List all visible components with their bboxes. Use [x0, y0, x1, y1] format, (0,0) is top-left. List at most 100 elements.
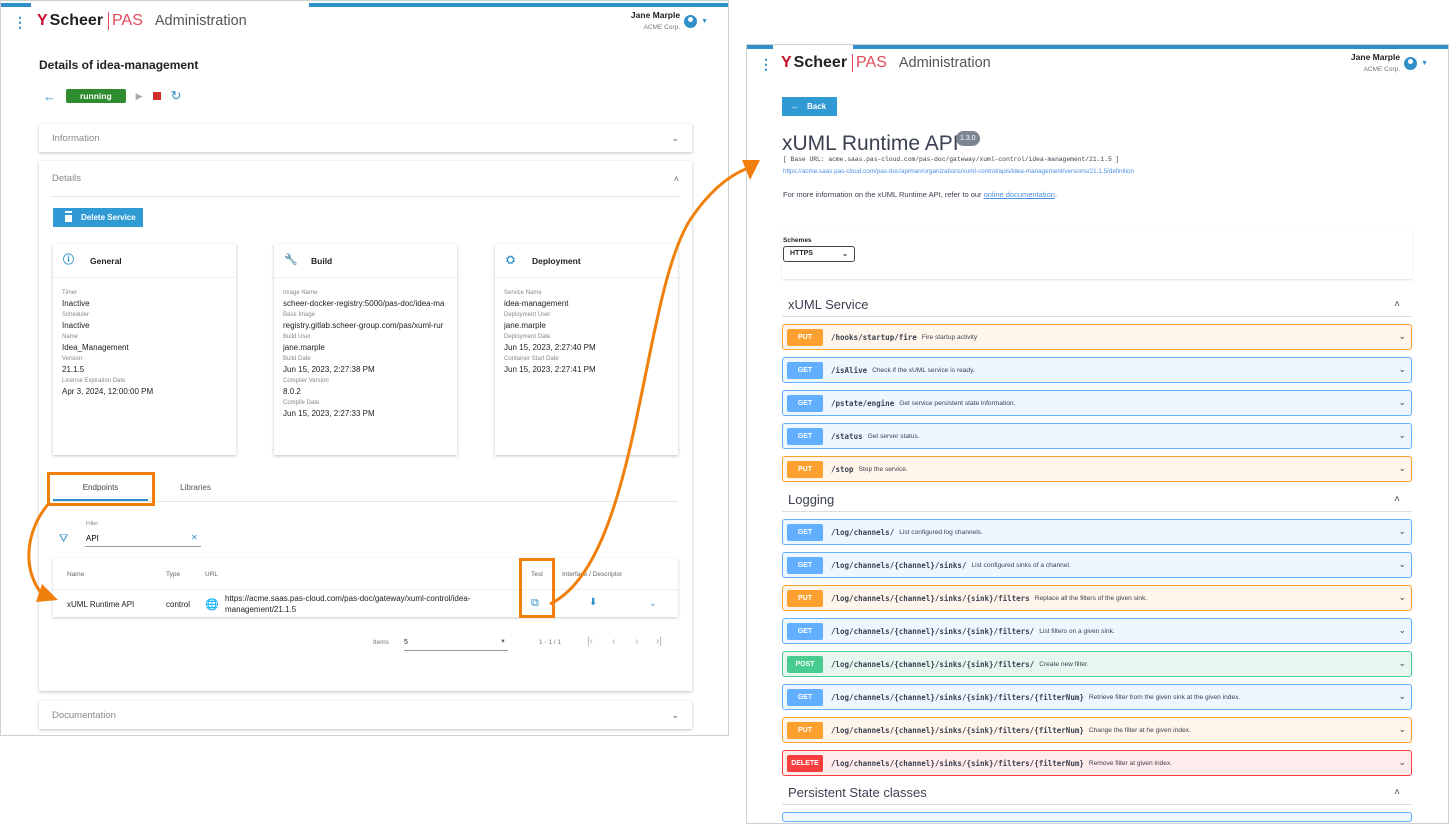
operation-row[interactable]: POST/log/channels/{channel}/sinks/{sink}… [782, 651, 1412, 677]
api-title: xUML Runtime API [782, 132, 959, 155]
method-badge: GET [787, 523, 823, 541]
group-header[interactable]: xUML Service ˄ [782, 293, 1412, 317]
operation-row[interactable] [782, 812, 1412, 822]
first-page-icon[interactable]: |‹ [587, 636, 593, 647]
last-page-icon[interactable]: ›| [656, 636, 662, 647]
schemes-section: Schemes HTTPS ⌄ [782, 229, 1412, 279]
operation-description: Get server status. [867, 432, 920, 440]
operation-row[interactable]: PUT/log/channels/{channel}/sinks/{sink}/… [782, 717, 1412, 743]
service-details-window: ⋮ Y Scheer PAS Administration Jane Marple AC… [0, 0, 729, 736]
endpoint-url[interactable]: https://acme.saas.pas-cloud.com/pas-doc/… [225, 593, 470, 615]
method-badge: POST [787, 655, 823, 673]
operation-row[interactable]: GET/log/channels/{channel}/sinks/{sink}/… [782, 618, 1412, 644]
user-menu[interactable]: Jane Marple ACME Corp. ▼ [631, 10, 708, 33]
operation-description: Create new filter. [1039, 660, 1089, 668]
wrench-icon: 🔧 [284, 254, 298, 266]
field-label: Scheduler [62, 312, 90, 318]
online-documentation-link[interactable]: online documentation [984, 190, 1055, 199]
expand-row-icon[interactable]: ⌄ [649, 598, 657, 609]
delete-service-button[interactable]: Delete Service [53, 208, 143, 227]
chevron-up-icon: ˄ [1394, 787, 1400, 798]
operation-row[interactable]: GET/isAlive Check if the xUML service is … [782, 357, 1412, 383]
stop-icon[interactable] [152, 92, 161, 100]
url-line: management/21.1.5 [225, 605, 297, 614]
field-value: Jun 15, 2023, 2:27:40 PM [504, 343, 596, 352]
group-header[interactable]: Logging ˄ [782, 488, 1412, 512]
status-badge: running [66, 89, 126, 103]
operation-description: Check if the xUML service is ready. [872, 366, 975, 374]
documentation-panel[interactable]: Documentation ⌄ [39, 701, 692, 729]
card-general: ⓘ General Timer Inactive Scheduler Inactive Na… [53, 244, 236, 455]
method-badge: DELETE [787, 754, 823, 772]
chevron-down-icon: ⌄ [1398, 430, 1406, 440]
restart-icon[interactable]: ↻ [171, 88, 182, 104]
details-panel-header[interactable]: Details ˄ [52, 161, 679, 197]
chevron-down-icon: ⌄ [671, 132, 679, 143]
logo[interactable]: Y Scheer PAS Administration [781, 54, 991, 72]
field-label: Image Name [283, 290, 318, 296]
items-per-page-select[interactable]: 5 ▼ [404, 639, 508, 651]
operation-path: /log/channels/{channel}/sinks/{sink}/fil… [831, 692, 1084, 702]
method-badge: GET [787, 394, 823, 412]
field-label: Build Date [283, 356, 311, 362]
logo[interactable]: Y Scheer PAS Administration [37, 12, 247, 30]
column-header-url: URL [205, 571, 219, 578]
card-title: Build [311, 255, 333, 266]
definition-link[interactable]: https://acme.saas.pas-cloud.com/pas-doc/… [783, 168, 1134, 175]
logo-brand: Scheer [793, 54, 848, 71]
operation-row[interactable]: GET/log/channels/List configured log cha… [782, 519, 1412, 545]
app-header: ⋮ Y Scheer PAS Administration Jane Marple AC… [747, 51, 1448, 81]
operation-row[interactable]: GET/log/channels/{channel}/sinks/List co… [782, 552, 1412, 578]
avatar-icon [684, 15, 698, 28]
method-badge: PUT [787, 589, 823, 607]
operation-row[interactable]: GET/status Get server status. ⌄ [782, 423, 1412, 449]
chevron-down-icon: ⌄ [1398, 757, 1406, 767]
field-value: Inactive [62, 321, 90, 330]
prev-page-icon[interactable]: ‹ [612, 636, 615, 647]
method-badge: GET [787, 622, 823, 640]
group-header[interactable]: Persistent State classes ˄ [782, 781, 1412, 805]
operation-description: List filters on a given sink. [1039, 627, 1115, 635]
user-name: Jane Marple [1350, 52, 1401, 62]
user-org: ACME Corp. [643, 24, 681, 31]
app-title: Administration [898, 55, 991, 71]
chevron-down-icon: ⌄ [1398, 658, 1406, 668]
filter-input[interactable] [85, 530, 201, 547]
info-text: For more information on the xUML Runtime… [783, 190, 1057, 199]
operation-row[interactable]: GET/pstate/engine Get service persistent … [782, 390, 1412, 416]
chevron-down-icon: ⌄ [1398, 724, 1406, 734]
start-icon[interactable]: ▶ [136, 91, 143, 102]
schemes-label: Schemes [783, 237, 812, 244]
api-docs-window: ⋮ Y Scheer PAS Administration Jane Marple AC… [746, 44, 1449, 824]
back-button[interactable]: ← Back [782, 97, 837, 116]
menu-icon[interactable]: ⋮ [759, 57, 773, 71]
operation-path: /log/channels/{channel}/sinks/{sink}/fil… [831, 725, 1084, 735]
chevron-down-icon: ⌄ [1398, 625, 1406, 635]
card-header: 🔧 Build [274, 244, 457, 278]
operation-group: Logging ˄ GET/log/channels/List configured… [782, 488, 1412, 776]
download-icon[interactable]: ⬇ [589, 597, 597, 608]
clear-icon[interactable]: ✕ [191, 533, 198, 542]
operation-group: Persistent State classes ˄ [782, 781, 1412, 822]
info-icon: ⓘ [63, 254, 74, 266]
tab-libraries[interactable]: Libraries [148, 477, 243, 501]
user-menu[interactable]: Jane Marple ACME Corp. ▼ [1351, 52, 1428, 75]
back-arrow-icon[interactable]: ← [43, 89, 56, 104]
trash-icon [65, 213, 72, 222]
top-accent-bar [1, 3, 728, 7]
back-arrow-icon: ← [791, 102, 799, 111]
information-panel[interactable]: Information ⌄ [39, 124, 692, 152]
scheme-select[interactable]: HTTPS ⌄ [783, 246, 855, 262]
card-title: General [90, 255, 122, 266]
logo-brand: Scheer [49, 12, 104, 29]
operation-path: /log/channels/{channel}/sinks/{sink}/fil… [831, 758, 1084, 768]
operation-row[interactable]: PUT/hooks/startup/fire Fire startup activ… [782, 324, 1412, 350]
chevron-up-icon: ˄ [673, 173, 679, 184]
operation-row[interactable]: DELETE/log/channels/{channel}/sinks/{sin… [782, 750, 1412, 776]
next-page-icon[interactable]: › [635, 636, 638, 647]
operation-row[interactable]: PUT/log/channels/{channel}/sinks/{sink}/… [782, 585, 1412, 611]
menu-icon[interactable]: ⋮ [13, 15, 27, 29]
operation-row[interactable]: PUT/stop Stop the service. ⌄ [782, 456, 1412, 482]
operation-row[interactable]: GET/log/channels/{channel}/sinks/{sink}/… [782, 684, 1412, 710]
field-value: jane.marple [283, 343, 325, 352]
